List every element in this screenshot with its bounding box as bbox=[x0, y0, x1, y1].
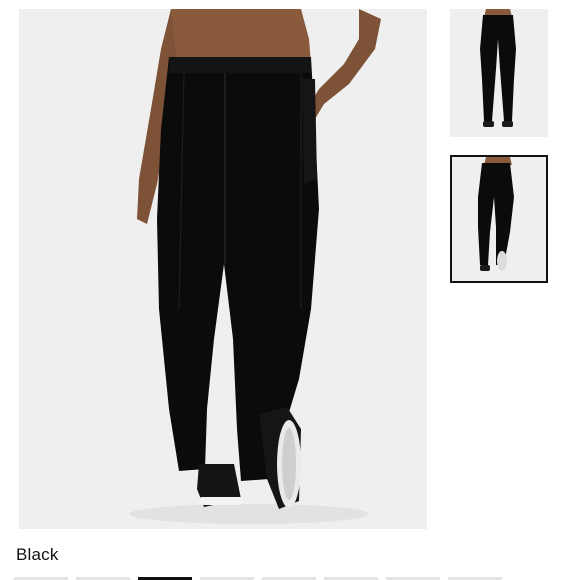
thumbnail-front-view[interactable] bbox=[450, 9, 548, 137]
leggings-front-thumbnail bbox=[450, 9, 548, 137]
main-product-image[interactable] bbox=[19, 9, 427, 529]
selected-color-label: Black bbox=[16, 545, 59, 564]
leggings-back-thumbnail bbox=[452, 157, 546, 281]
leggings-back-illustration bbox=[19, 9, 427, 529]
thumbnail-back-view[interactable] bbox=[450, 155, 548, 283]
